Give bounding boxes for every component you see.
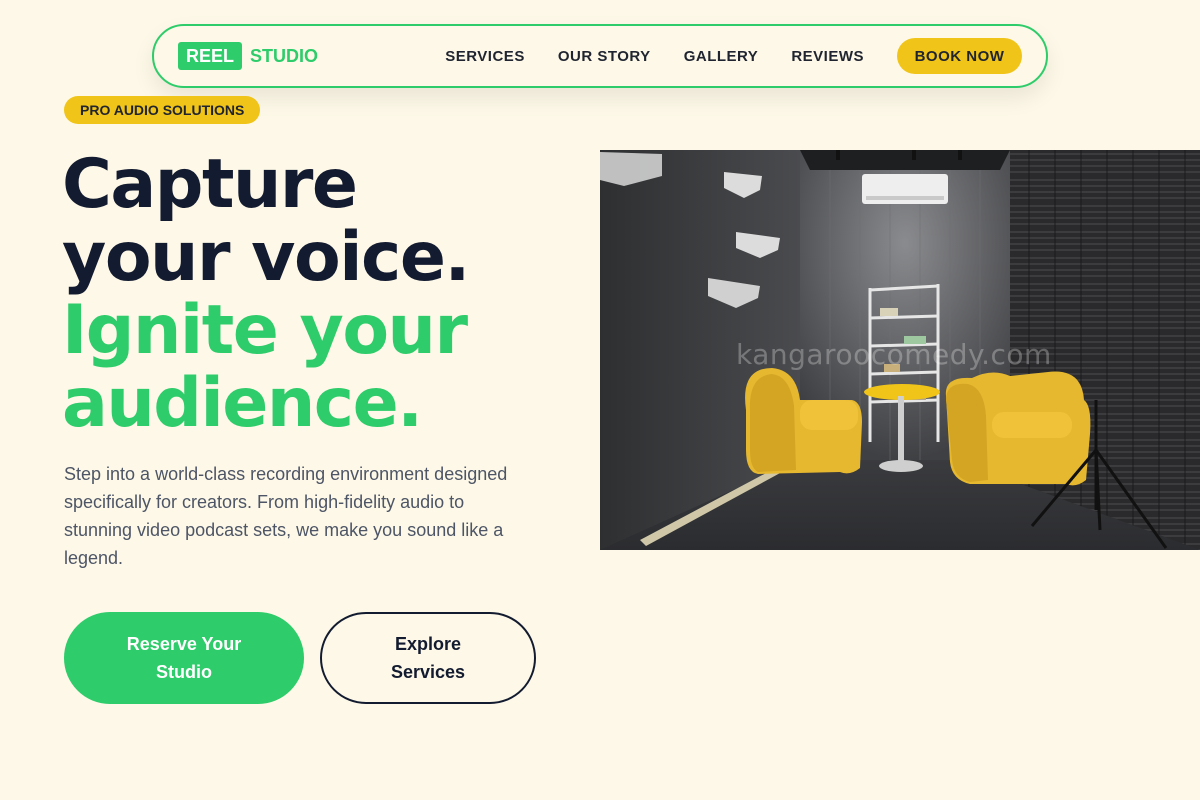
top-navigation-bar: REEL STUDIO SERVICES OUR STORY GALLERY R… xyxy=(152,24,1048,88)
nav-link-reviews[interactable]: REVIEWS xyxy=(791,48,864,65)
studio-photo: kangaroocomedy.com xyxy=(600,150,1200,550)
nav-link-our-story[interactable]: OUR STORY xyxy=(558,48,651,65)
nav-menu: SERVICES OUR STORY GALLERY REVIEWS xyxy=(445,48,864,65)
headline-line-3: Ignite your xyxy=(62,291,468,370)
hero-headline: Capture your voice. Ignite your audience… xyxy=(62,145,470,443)
hero-description: Step into a world-class recording enviro… xyxy=(64,464,508,568)
nav-link-gallery[interactable]: GALLERY xyxy=(684,48,759,65)
nav-link-services[interactable]: SERVICES xyxy=(445,48,525,65)
logo-wordmark: STUDIO xyxy=(250,45,319,66)
book-now-button[interactable]: BOOK NOW xyxy=(897,38,1022,74)
photo-watermark: kangaroocomedy.com xyxy=(736,338,1052,371)
logo-mark: REEL xyxy=(178,42,243,70)
reserve-studio-button[interactable]: Reserve Your Studio xyxy=(64,612,304,704)
headline-line-4: audience. xyxy=(62,364,423,443)
hero-badge: PRO AUDIO SOLUTIONS xyxy=(64,96,261,124)
headline-line-1: Capture xyxy=(62,145,358,224)
headline-line-2: your voice. xyxy=(62,218,470,297)
explore-services-button[interactable]: Explore Services xyxy=(320,612,536,704)
brand-logo[interactable]: REEL STUDIO xyxy=(178,41,318,71)
